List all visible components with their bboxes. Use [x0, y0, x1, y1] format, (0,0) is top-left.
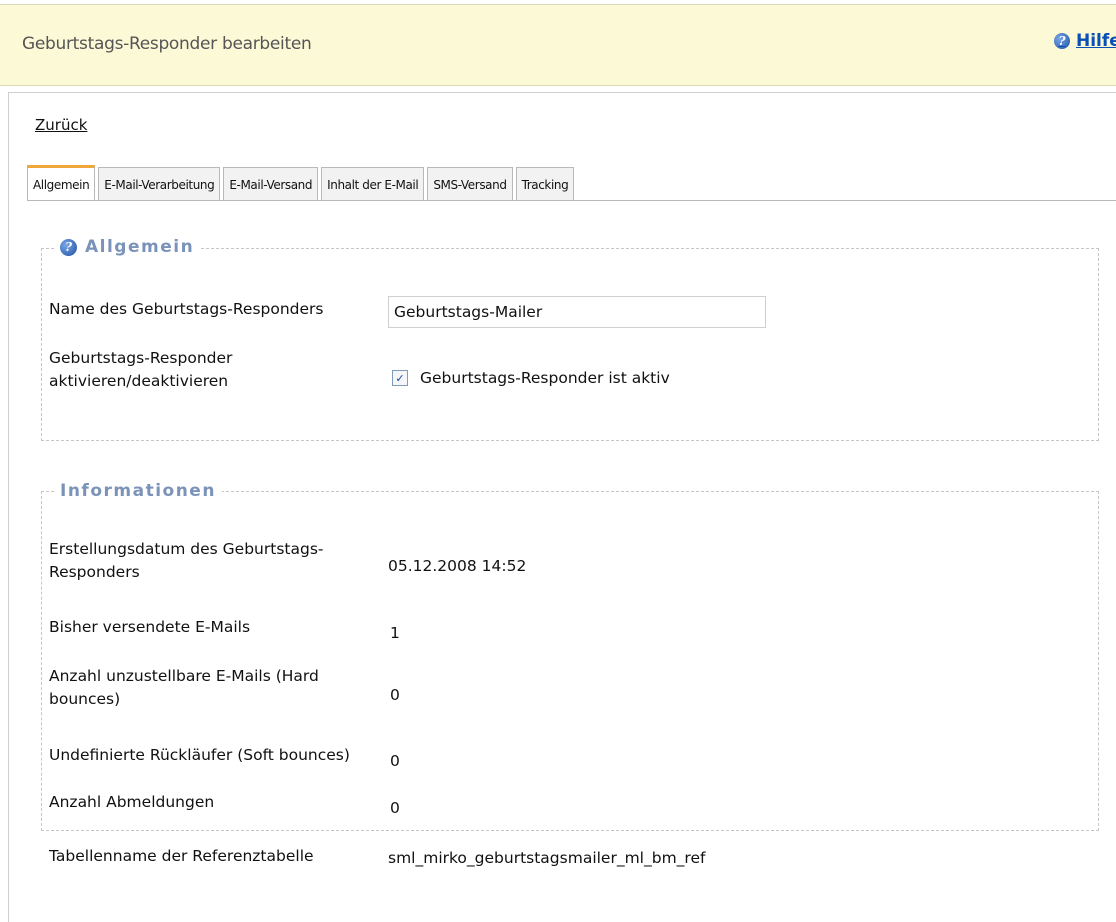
help-question-icon[interactable]: ?: [60, 238, 77, 256]
tab-email-versand[interactable]: E-Mail-Versand: [223, 167, 319, 201]
info-label-created: Erstellungsdatum des Geburtstags-Respond…: [49, 540, 324, 581]
info-value-hard-bounces: 0: [390, 686, 400, 704]
info-label-soft-bounces: Undefinierte Rückläufer (Soft bounces): [49, 746, 350, 764]
general-legend: ? Allgemein: [54, 237, 201, 257]
info-value-created: 05.12.2008 14:52: [388, 557, 527, 575]
general-legend-label: Allgemein: [85, 237, 195, 257]
tab-inhalt-der-email[interactable]: Inhalt der E-Mail: [321, 167, 425, 201]
info-value-sent: 1: [390, 624, 400, 642]
info-label-unsubscribes: Anzahl Abmeldungen: [49, 793, 215, 811]
activate-checkbox-row[interactable]: ✓ Geburtstags-Responder ist aktiv: [392, 369, 670, 387]
info-label-sent: Bisher versendete E-Mails: [49, 618, 251, 636]
info-value-ref-table: sml_mirko_geburtstagsmailer_ml_bm_ref: [388, 849, 706, 867]
page-title: Geburtstags-Responder bearbeiten: [22, 34, 312, 54]
tab-divider: [27, 200, 1116, 201]
activate-checkbox[interactable]: ✓: [392, 370, 408, 386]
tab-sms-versand[interactable]: SMS-Versand: [427, 167, 513, 201]
tab-allgemein[interactable]: Allgemein: [27, 165, 96, 201]
name-label: Name des Geburtstags-Responders: [49, 300, 324, 318]
help-label: Hilfe: [1076, 31, 1116, 51]
info-legend: Informationen: [54, 481, 222, 501]
general-fieldset: [41, 248, 1099, 441]
page-header: Geburtstags-Responder bearbeiten ? Hilfe: [0, 4, 1116, 86]
info-label-ref-table: Tabellenname der Referenztabelle: [49, 847, 314, 865]
tab-email-verarbeitung[interactable]: E-Mail-Verarbeitung: [98, 167, 221, 201]
info-legend-label: Informationen: [60, 481, 216, 501]
name-input[interactable]: [388, 296, 766, 328]
help-question-icon: ?: [1054, 33, 1070, 49]
info-value-soft-bounces: 0: [390, 752, 400, 770]
help-link[interactable]: ? Hilfe: [1054, 31, 1116, 51]
activate-option-label: Geburtstags-Responder ist aktiv: [420, 369, 670, 387]
tab-tracking[interactable]: Tracking: [515, 167, 575, 201]
info-value-unsubscribes: 0: [390, 799, 400, 817]
back-link[interactable]: Zurück: [35, 116, 87, 134]
activate-label: Geburtstags-Responder aktivieren/deaktiv…: [49, 349, 233, 390]
info-label-hard-bounces: Anzahl unzustellbare E-Mails (Hard bounc…: [49, 667, 319, 708]
tab-bar: Allgemein E-Mail-Verarbeitung E-Mail-Ver…: [27, 165, 575, 201]
